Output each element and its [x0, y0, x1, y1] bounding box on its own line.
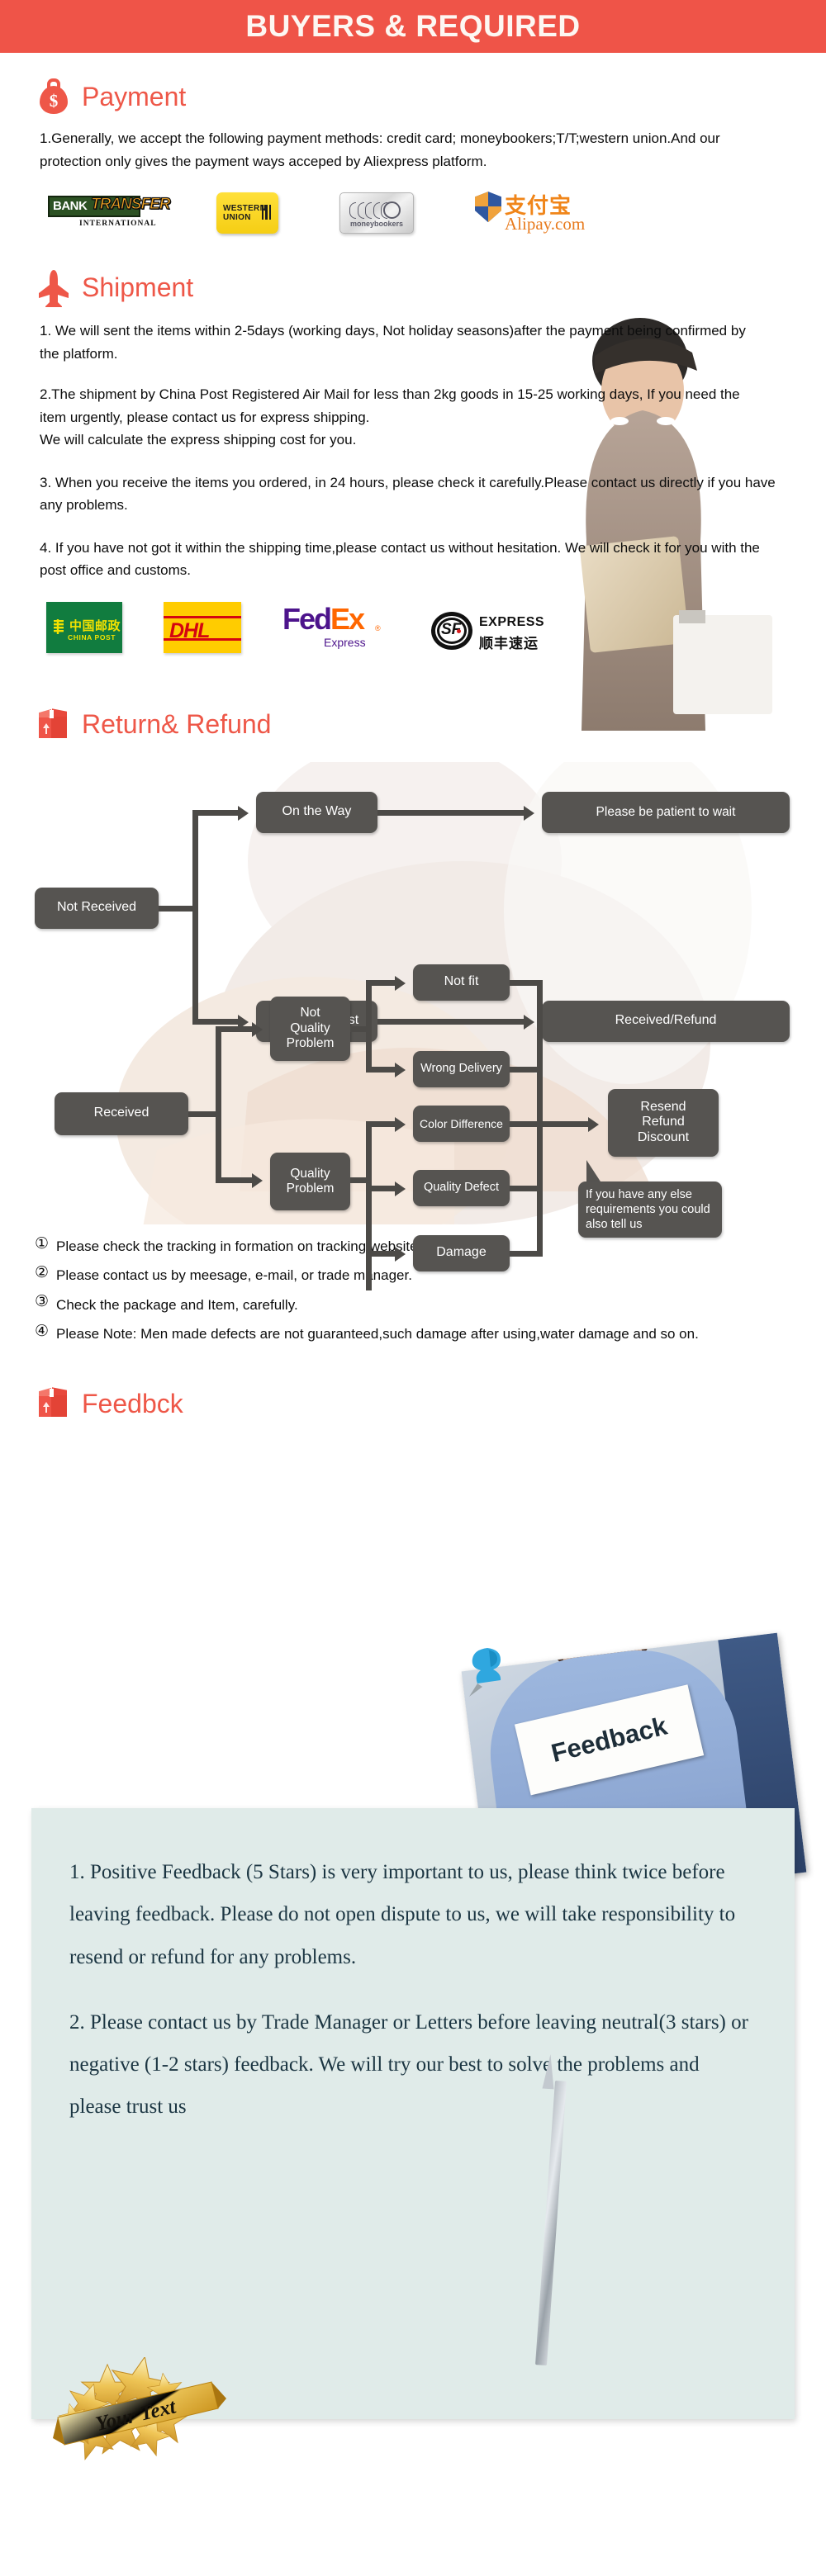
flow-node-not-fit[interactable]: Not fit [413, 964, 510, 1001]
moneybookers-logo: moneybookers [339, 192, 414, 234]
sf-express-chinese-label: 顺丰速运 [479, 635, 539, 652]
dhl-label: DHL [169, 618, 210, 642]
note-text-4: Please Note: Men made defects are not gu… [56, 1325, 699, 1342]
your-text-star-badge: Your Text [40, 2350, 246, 2502]
shipment-paragraph-2: 2.The shipment by China Post Registered … [40, 386, 740, 448]
sf-express-english-label: EXPRESS [479, 614, 545, 629]
bank-transfer-line1: BANK [53, 199, 88, 214]
return-box-icon [36, 706, 71, 744]
alipay-shield-icon [475, 192, 501, 223]
note-item-4: ④ Please Note: Men made defects are not … [35, 1322, 826, 1345]
western-union-bars-icon [261, 205, 271, 220]
return-refund-flowchart: Not Received On the Way Please be patien… [0, 761, 826, 1290]
flow-node-received[interactable]: Received [55, 1091, 188, 1135]
feedback-heading-label: Feedbck [82, 1388, 183, 1418]
return-refund-heading-label: Return& Refund [82, 709, 272, 740]
bank-transfer-line3: INTERNATIONAL [79, 220, 157, 229]
china-post-logo: 中国邮政 CHINA POST [46, 601, 122, 653]
payment-paragraph: 1.Generally, we accept the following pay… [40, 130, 720, 169]
fedex-registered-mark: ® [375, 623, 381, 632]
note-text-3: Check the package and Item, carefully. [56, 1296, 298, 1313]
dhl-logo: DHL [164, 601, 241, 653]
return-refund-section: Return& Refund Not Received On the Way P… [0, 706, 826, 1345]
china-post-english-label: CHINA POST [68, 632, 116, 642]
moneybookers-wave-icon [349, 202, 387, 220]
note-number-4: ④ [35, 1322, 50, 1340]
flow-node-received-refund[interactable]: Received/Refund [542, 1000, 790, 1042]
flow-node-not-received[interactable]: Not Received [35, 887, 159, 929]
flow-node-color-difference[interactable]: Color Difference [413, 1105, 510, 1142]
shipment-paragraph-1: 1. We will sent the items within 2-5days… [40, 323, 746, 362]
note-number-1: ① [35, 1234, 50, 1252]
note-number-2: ② [35, 1263, 50, 1281]
alipay-logo: 支付宝 Alipay.com [475, 191, 595, 234]
fedex-ex-label: Ex [330, 601, 365, 636]
feedback-paragraph-1: 1. Positive Feedback (5 Stars) is very i… [69, 1861, 736, 1968]
airplane-icon [36, 269, 71, 310]
page-title: BUYERS & REQUIRED [245, 9, 581, 43]
shipment-heading-label: Shipment [82, 272, 194, 302]
money-bag-icon: $ [36, 78, 71, 116]
payment-heading-label: Payment [82, 81, 187, 111]
sf-express-logo: SF EXPRESS 顺丰速运 [431, 610, 555, 653]
flowchart-callout: If you have any else requirements you co… [578, 1181, 722, 1238]
flow-node-damage[interactable]: Damage [413, 1234, 510, 1271]
flow-node-not-quality-problem[interactable]: Not Quality Problem [270, 996, 350, 1061]
feedback-box-icon [36, 1385, 71, 1423]
bank-transfer-line2: TRANSFER [90, 195, 171, 214]
western-union-line2: UNION [223, 212, 251, 222]
sf-dot-icon [457, 628, 461, 633]
flow-node-quality-problem[interactable]: Quality Problem [270, 1152, 350, 1210]
note-item-3: ③ Check the package and Item, carefully. [35, 1293, 826, 1316]
flow-node-on-the-way[interactable]: On the Way [256, 791, 377, 833]
payment-section: $ Payment 1.Generally, we accept the fol… [0, 78, 826, 234]
page-header-banner: BUYERS & REQUIRED [0, 0, 826, 53]
shipment-section: Shipment 1. We will sent the items withi… [0, 268, 826, 732]
fedex-fed-label: Fed [282, 601, 332, 636]
western-union-line1: WESTERN [223, 204, 267, 214]
fedex-express-label: Express [324, 635, 366, 649]
moneybookers-ring-icon [383, 201, 401, 220]
shipment-paragraph-3: 3. When you receive the items you ordere… [40, 474, 776, 514]
flow-node-resend-refund-discount[interactable]: Resend Refund Discount [608, 1088, 719, 1157]
feedback-section: Feedbck [0, 1385, 826, 1423]
bank-transfer-logo: BANK TRANSFER INTERNATIONAL [48, 194, 171, 234]
feedback-section-heading: Feedbck [36, 1385, 826, 1423]
western-union-logo: WESTERN UNION [216, 192, 278, 234]
flow-node-please-be-patient[interactable]: Please be patient to wait [542, 791, 790, 833]
shipment-section-heading: Shipment [36, 268, 826, 310]
note-number-3: ③ [35, 1293, 50, 1311]
shipment-paragraph-4: 4. If you have not got it within the shi… [40, 539, 760, 579]
feedback-text-panel: 1. Positive Feedback (5 Stars) is very i… [31, 1808, 795, 2419]
payment-logo-row: BANK TRANSFER INTERNATIONAL WESTERN UNIO… [48, 191, 826, 234]
moneybookers-label: moneybookers [349, 220, 404, 229]
note-text-2: Please contact us by meesage, e-mail, or… [56, 1267, 412, 1284]
feedback-sign-label: Feedback [548, 1711, 671, 1769]
push-pin-icon [463, 1645, 510, 1699]
flow-node-quality-defect[interactable]: Quality Defect [413, 1169, 510, 1206]
fedex-logo: FedEx ® Express [282, 602, 390, 653]
payment-section-heading: $ Payment [36, 78, 826, 116]
alipay-domain-label: Alipay.com [505, 214, 586, 234]
china-post-mark-icon [52, 618, 65, 635]
flow-node-wrong-delivery[interactable]: Wrong Delivery [413, 1050, 510, 1087]
feedback-paragraph-2: 2. Please contact us by Trade Manager or… [69, 2010, 748, 2119]
china-post-chinese-label: 中国邮政 [69, 618, 121, 633]
shipping-carrier-logo-row: 中国邮政 CHINA POST DHL FedEx ® Express SF E… [46, 601, 826, 653]
